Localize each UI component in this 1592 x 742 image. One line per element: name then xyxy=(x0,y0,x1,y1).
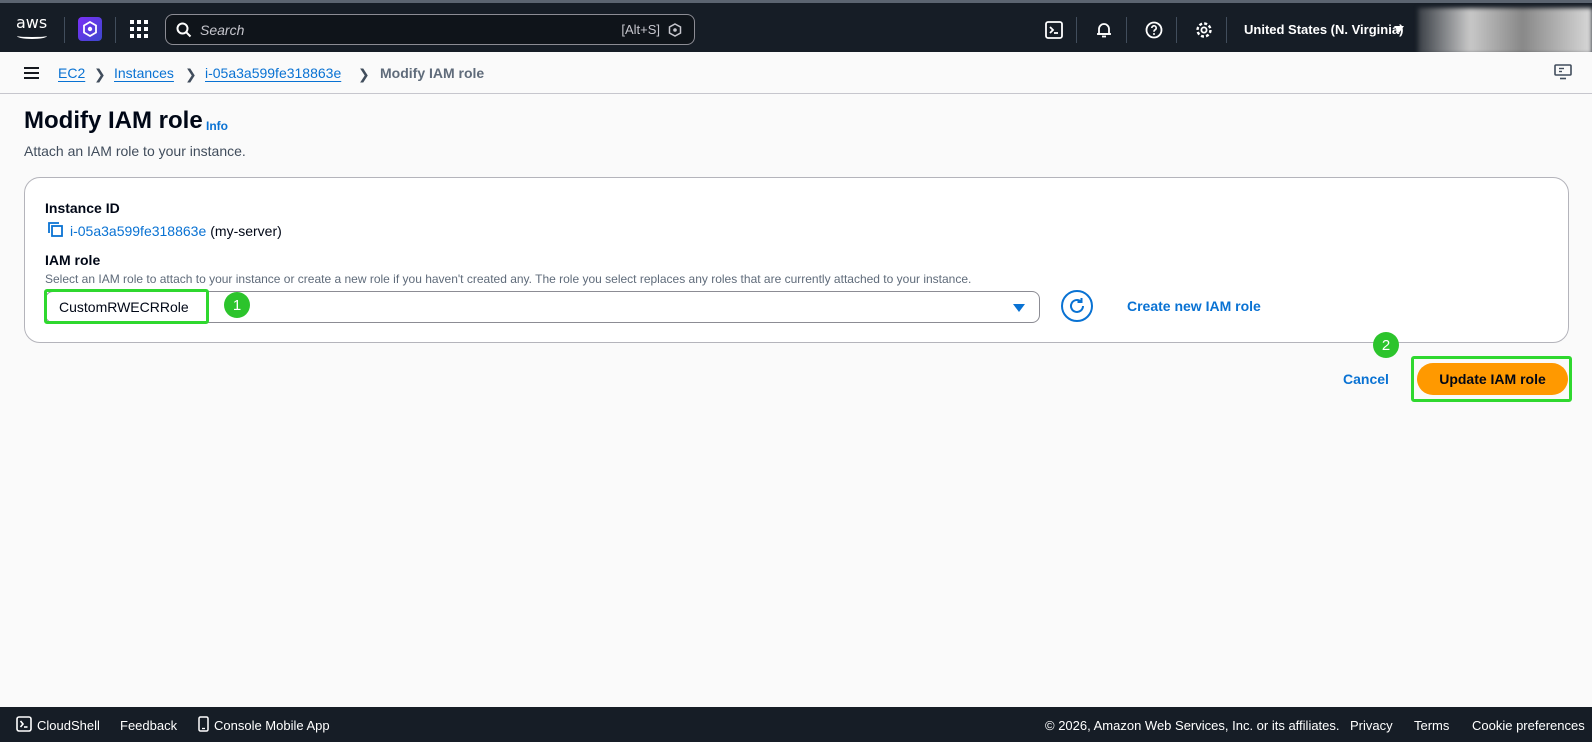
services-grid-icon[interactable] xyxy=(130,20,148,38)
instance-name: (my-server) xyxy=(210,223,282,239)
info-link[interactable]: Info xyxy=(206,119,228,133)
chevron-right-icon: ❯ xyxy=(185,66,197,82)
nav-divider xyxy=(64,17,65,43)
footer-feedback-link[interactable]: Feedback xyxy=(120,718,177,733)
aws-smile-icon xyxy=(17,33,47,39)
footer-copyright: © 2026, Amazon Web Services, Inc. or its… xyxy=(1045,718,1340,733)
breadcrumb-instances[interactable]: Instances xyxy=(114,65,174,81)
breadcrumb-current: Modify IAM role xyxy=(380,65,485,81)
search-input[interactable] xyxy=(200,21,600,38)
page-title: Modify IAM role xyxy=(24,107,203,134)
instance-id-link[interactable]: i-05a3a599fe318863e xyxy=(70,223,206,239)
highlight-box-role xyxy=(44,289,209,324)
footer-privacy-link[interactable]: Privacy xyxy=(1350,718,1393,733)
tools-panel-icon[interactable] xyxy=(1554,64,1572,85)
refresh-button[interactable] xyxy=(1061,290,1093,322)
nav-divider xyxy=(1126,17,1127,43)
footer: CloudShell Feedback Console Mobile App ©… xyxy=(0,707,1592,742)
notifications-bell-icon[interactable] xyxy=(1094,20,1114,40)
cloudshell-icon[interactable] xyxy=(1044,20,1064,40)
aws-logo-text: aws xyxy=(16,13,48,32)
caret-down-icon[interactable] xyxy=(1013,304,1025,312)
search-shortcut-icon xyxy=(668,23,682,42)
region-caret-icon[interactable] xyxy=(1394,26,1404,33)
search-box[interactable]: [Alt+S] xyxy=(165,14,695,45)
aws-logo[interactable]: aws xyxy=(16,15,50,41)
chevron-right-icon: ❯ xyxy=(94,66,106,82)
account-menu[interactable] xyxy=(1418,8,1592,54)
iam-role-label: IAM role xyxy=(45,252,101,268)
nav-divider xyxy=(115,17,116,43)
copy-icon[interactable] xyxy=(47,221,64,241)
refresh-icon xyxy=(1070,298,1084,313)
footer-mobile-app-link[interactable]: Console Mobile App xyxy=(214,718,330,733)
footer-cookie-preferences-link[interactable]: Cookie preferences xyxy=(1472,718,1585,733)
nav-divider xyxy=(1176,17,1177,43)
nav-divider xyxy=(1076,17,1077,43)
iam-role-description: Select an IAM role to attach to your ins… xyxy=(45,272,972,286)
search-icon xyxy=(176,22,192,37)
chevron-right-icon: ❯ xyxy=(358,66,370,82)
footer-cloudshell-link[interactable]: CloudShell xyxy=(37,718,100,733)
instance-id-label: Instance ID xyxy=(45,200,120,216)
help-icon[interactable] xyxy=(1144,20,1164,40)
cancel-button[interactable]: Cancel xyxy=(1343,371,1389,387)
instance-id-value: i-05a3a599fe318863e (my-server) xyxy=(47,221,282,241)
cloudshell-icon[interactable] xyxy=(16,716,32,735)
region-selector[interactable]: United States (N. Virginia) xyxy=(1244,22,1403,37)
create-new-iam-role-link[interactable]: Create new IAM role xyxy=(1127,298,1261,314)
mobile-app-icon[interactable] xyxy=(198,716,210,735)
breadcrumb-instance-id[interactable]: i-05a3a599fe318863e xyxy=(205,65,341,81)
annotation-badge-1: 1 xyxy=(224,292,250,318)
footer-terms-link[interactable]: Terms xyxy=(1414,718,1449,733)
service-icon[interactable] xyxy=(78,17,102,41)
update-iam-role-button[interactable]: Update IAM role xyxy=(1417,363,1568,395)
settings-gear-icon[interactable] xyxy=(1194,20,1214,40)
annotation-badge-2: 2 xyxy=(1373,332,1399,358)
top-navigation: aws [Alt+S] United States (N. Virginia) xyxy=(0,0,1592,54)
search-shortcut: [Alt+S] xyxy=(621,22,660,37)
page-description: Attach an IAM role to your instance. xyxy=(24,143,246,159)
nav-divider xyxy=(1226,17,1227,43)
menu-hamburger-icon[interactable] xyxy=(24,67,39,79)
breadcrumb-ec2[interactable]: EC2 xyxy=(58,65,85,81)
